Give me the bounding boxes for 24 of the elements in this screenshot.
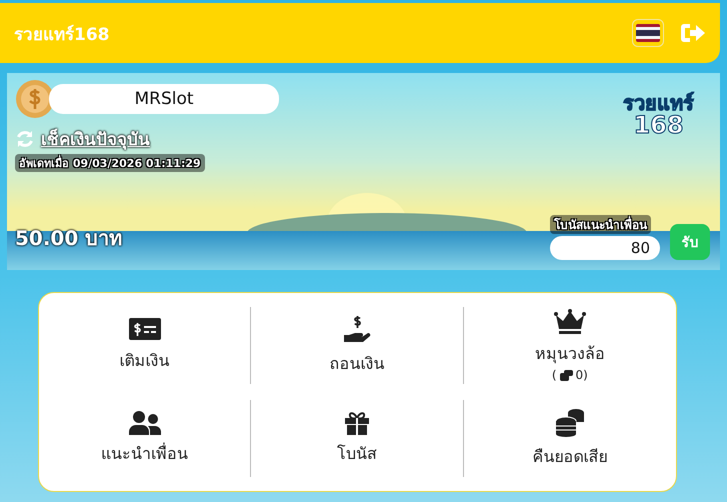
- username-field: MRSlot: [49, 84, 279, 114]
- menu-item[interactable]: แนะนำเพื่อน: [39, 400, 252, 477]
- users-icon: [128, 411, 161, 435]
- language-flag-button[interactable]: [632, 19, 664, 47]
- brand-logo: รวยแทร์ 168: [623, 93, 694, 137]
- gift-icon: [344, 411, 370, 435]
- site-title: รวยแทร์168: [14, 24, 110, 46]
- bill-icon: [128, 318, 161, 342]
- menu-item[interactable]: โบนัส: [251, 400, 464, 477]
- menu-item[interactable]: ถอนเงิน: [251, 307, 464, 384]
- menu-item[interactable]: หมุนวงล้อ ( 0): [464, 307, 676, 384]
- menu-item[interactable]: เติมเงิน: [39, 307, 252, 384]
- coins-icon: [554, 408, 585, 438]
- spin-count: ( 0): [552, 368, 588, 382]
- hand-coin-icon: [342, 315, 371, 345]
- balance-amount: 50.00 บาท: [15, 225, 122, 252]
- referral-bonus-field: 80: [550, 236, 660, 260]
- referral-bonus-label: โบนัสแนะนำเพื่อน: [550, 215, 651, 234]
- refresh-icon[interactable]: [15, 128, 35, 148]
- menu-item[interactable]: คืนยอดเสีย: [464, 400, 676, 477]
- coins-icon: [560, 370, 572, 380]
- last-updated-text: อัพเดทเมื่อ 09/03/2026 01:11:29: [15, 154, 205, 172]
- logout-icon[interactable]: [680, 22, 706, 44]
- crown-icon: [554, 309, 586, 335]
